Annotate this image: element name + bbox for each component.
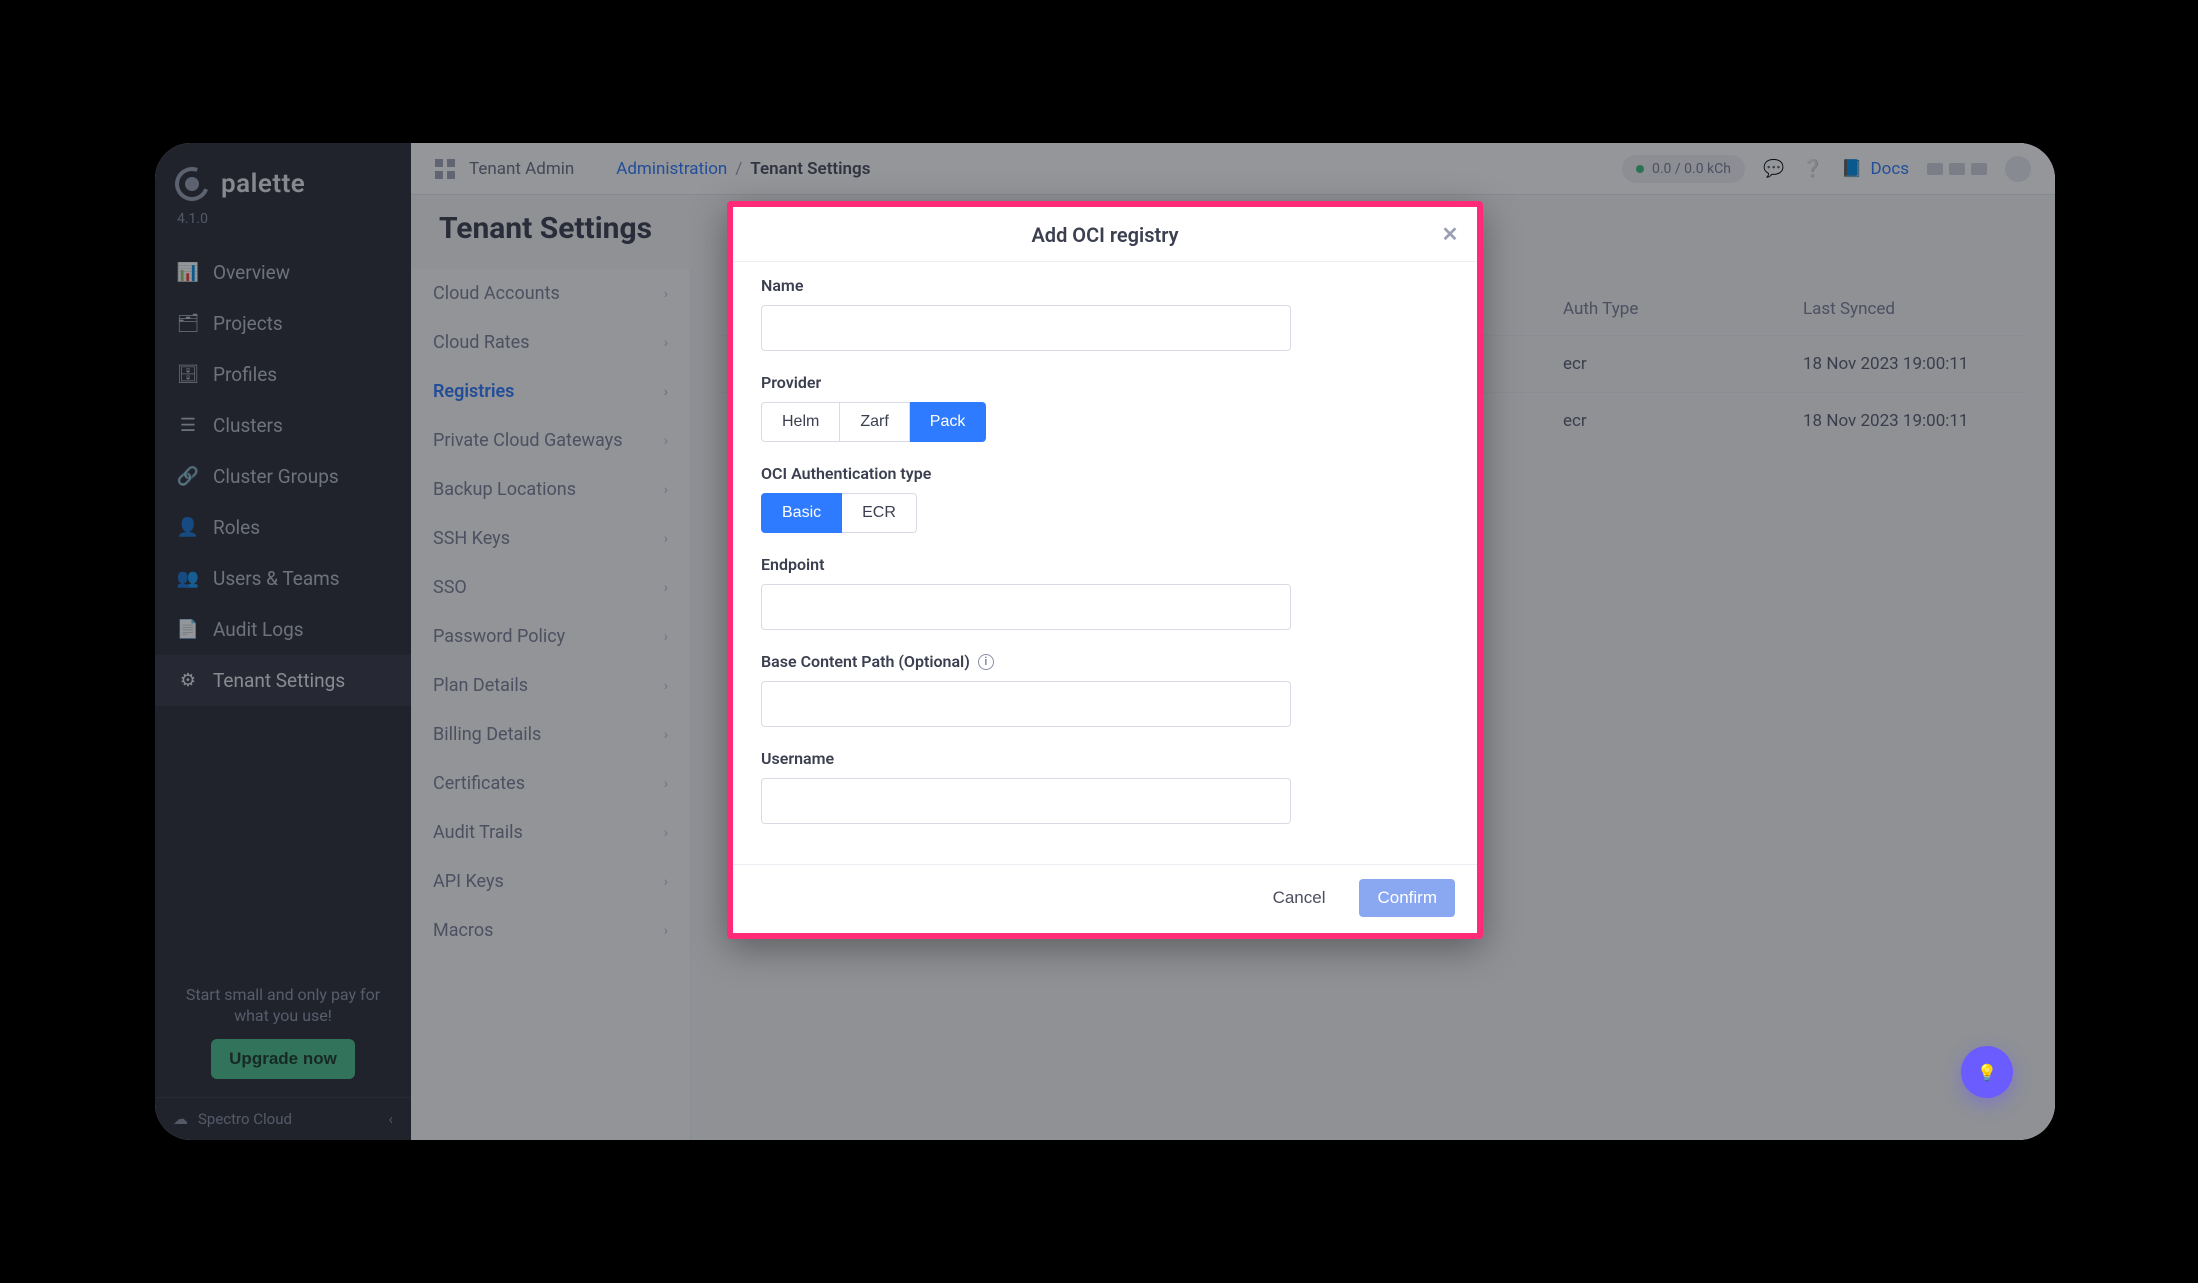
name-input[interactable] — [761, 305, 1291, 351]
close-icon[interactable]: ✕ — [1437, 221, 1463, 247]
lightbulb-icon: 💡 — [1977, 1063, 1997, 1082]
provider-segmented: Helm Zarf Pack — [761, 402, 1449, 442]
provider-option-zarf[interactable]: Zarf — [840, 402, 909, 442]
modal-body: Name Provider Helm Zarf Pack OCI Authent… — [733, 262, 1477, 864]
field-username: Username — [761, 749, 1449, 824]
provider-option-helm[interactable]: Helm — [761, 402, 840, 442]
label-endpoint: Endpoint — [761, 555, 1449, 574]
label-basepath: Base Content Path (Optional) i — [761, 652, 1449, 671]
auth-option-basic[interactable]: Basic — [761, 493, 842, 533]
field-endpoint: Endpoint — [761, 555, 1449, 630]
auth-segmented: Basic ECR — [761, 493, 1449, 533]
field-basepath: Base Content Path (Optional) i — [761, 652, 1449, 727]
endpoint-input[interactable] — [761, 584, 1291, 630]
help-fab[interactable]: 💡 — [1961, 1046, 2013, 1098]
modal-title: Add OCI registry — [1031, 223, 1178, 247]
modal-footer: Cancel Confirm — [733, 864, 1477, 933]
modal-header: Add OCI registry ✕ — [733, 207, 1477, 262]
basepath-input[interactable] — [761, 681, 1291, 727]
field-auth-type: OCI Authentication type Basic ECR — [761, 464, 1449, 533]
add-oci-registry-modal: Add OCI registry ✕ Name Provider Helm Za… — [727, 201, 1483, 939]
label-name: Name — [761, 276, 1449, 295]
label-auth-type: OCI Authentication type — [761, 464, 1449, 483]
field-name: Name — [761, 276, 1449, 351]
auth-option-ecr[interactable]: ECR — [842, 493, 917, 533]
confirm-button[interactable]: Confirm — [1359, 879, 1455, 917]
username-input[interactable] — [761, 778, 1291, 824]
cancel-button[interactable]: Cancel — [1255, 879, 1344, 917]
info-icon[interactable]: i — [978, 654, 994, 670]
provider-option-pack[interactable]: Pack — [910, 402, 987, 442]
field-provider: Provider Helm Zarf Pack — [761, 373, 1449, 442]
app-window: palette 4.1.0 📊 Overview 🗂 Projects 🗄 Pr… — [155, 143, 2055, 1140]
label-username: Username — [761, 749, 1449, 768]
label-provider: Provider — [761, 373, 1449, 392]
